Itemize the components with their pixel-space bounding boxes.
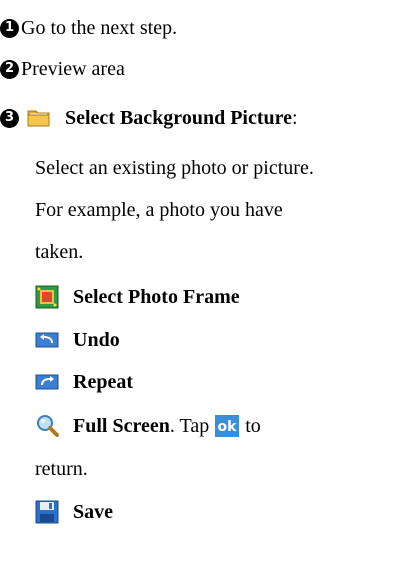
- save-line: Save: [35, 498, 113, 526]
- undo-label: Undo: [73, 329, 120, 351]
- step-3-desc-3: taken.: [35, 241, 84, 263]
- step-3-desc-line-2: For example, a photo you have: [35, 196, 283, 224]
- full-screen-line: Full Screen. Tap ok to: [35, 412, 261, 440]
- folder-icon: [27, 106, 51, 130]
- step-1-line: 1 Go to the next step.: [0, 14, 177, 42]
- full-screen-text-end: to: [245, 415, 261, 437]
- step-3-desc-2: For example, a photo you have: [35, 199, 283, 221]
- step-3-line: 3 Select Background Picture:: [0, 104, 298, 132]
- step-2-number: 2: [0, 59, 19, 79]
- save-label: Save: [73, 501, 113, 523]
- repeat-line: Repeat: [35, 368, 133, 396]
- repeat-label: Repeat: [73, 371, 133, 393]
- magnifier-icon: [35, 414, 59, 438]
- ok-icon: ok: [215, 414, 240, 438]
- step-3-desc-line-3: taken.: [35, 238, 83, 266]
- step-2-text: Preview area: [21, 58, 125, 80]
- repeat-icon: [35, 370, 59, 394]
- step-2-line: 2 Preview area: [0, 55, 125, 83]
- step-3-desc-1: Select an existing photo or picture.: [35, 157, 314, 179]
- full-screen-line-2: return.: [35, 455, 88, 483]
- manual-page: 1 Go to the next step. 2 Preview area 3 …: [0, 0, 410, 567]
- photo-frame-icon: [35, 285, 59, 309]
- select-background-colon: :: [292, 107, 298, 129]
- ok-icon-text: ok: [218, 419, 238, 435]
- step-3-number: 3: [0, 108, 19, 128]
- undo-icon: [35, 328, 59, 352]
- step-1-number: 1: [0, 18, 19, 38]
- floppy-disk-icon: [35, 500, 59, 524]
- step-3-desc-line-1: Select an existing photo or picture.: [35, 154, 314, 182]
- photo-frame-label: Select Photo Frame: [73, 286, 240, 308]
- select-background-title: Select Background Picture: [65, 107, 293, 129]
- undo-line: Undo: [35, 326, 120, 354]
- full-screen-text-line2: return.: [35, 458, 88, 480]
- step-1-text: Go to the next step.: [21, 17, 178, 39]
- photo-frame-line: Select Photo Frame: [35, 283, 240, 311]
- full-screen-text-after: . Tap: [169, 415, 210, 437]
- full-screen-label: Full Screen: [73, 415, 170, 437]
